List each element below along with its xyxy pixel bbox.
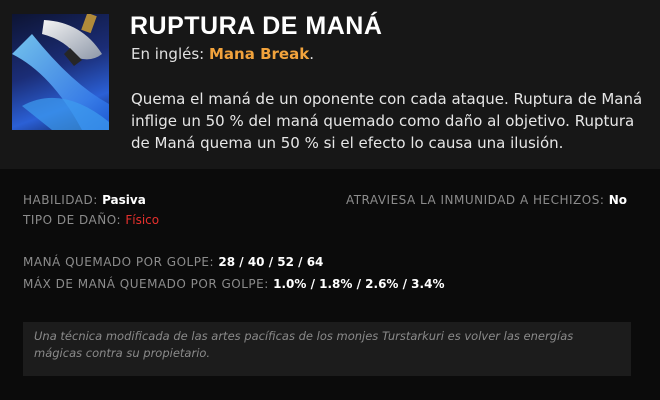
pierces-immunity-label: ATRAVIESA LA INMUNIDAD A HECHIZOS: — [345, 193, 605, 207]
ability-type-label: HABILIDAD: — [23, 193, 98, 207]
axe-blade-icon — [12, 14, 109, 130]
max-mana-burn-value: 1.0% / 1.8% / 2.6% / 3.4% — [273, 277, 445, 291]
ability-type-value: Pasiva — [102, 193, 146, 207]
mana-burn-label: MANÁ QUEMADO POR GOLPE: — [23, 255, 215, 269]
english-prefix: En inglés: — [131, 45, 205, 63]
english-suffix: . — [309, 45, 314, 63]
english-name-line: En inglés: Mana Break. — [131, 45, 314, 63]
ability-description: Quema el maná de un oponente con cada at… — [131, 90, 643, 152]
tooltip-header: RUPTURA DE MANÁ En inglés: Mana Break. Q… — [0, 0, 660, 169]
pierces-immunity-row: ATRAVIESA LA INMUNIDAD A HECHIZOS: No — [346, 193, 627, 207]
ability-tooltip: RUPTURA DE MANÁ En inglés: Mana Break. Q… — [0, 0, 660, 400]
mana-burn-row: MANÁ QUEMADO POR GOLPE: 28 / 40 / 52 / 6… — [23, 255, 323, 269]
lore-text: Una técnica modificada de las artes pací… — [23, 322, 631, 376]
damage-type-value: Físico — [125, 213, 160, 227]
mana-burn-value: 28 / 40 / 52 / 64 — [218, 255, 324, 269]
pierces-immunity-value: No — [608, 193, 627, 207]
ability-type-row: HABILIDAD: Pasiva — [23, 193, 146, 207]
max-mana-burn-row: MÁX DE MANÁ QUEMADO POR GOLPE: 1.0% / 1.… — [23, 277, 444, 291]
damage-type-label: TIPO DE DAÑO: — [23, 213, 121, 227]
damage-type-row: TIPO DE DAÑO: Físico — [23, 213, 159, 227]
ability-title: RUPTURA DE MANÁ — [130, 12, 383, 40]
max-mana-burn-label: MÁX DE MANÁ QUEMADO POR GOLPE: — [23, 277, 269, 291]
english-name: Mana Break — [209, 45, 310, 63]
